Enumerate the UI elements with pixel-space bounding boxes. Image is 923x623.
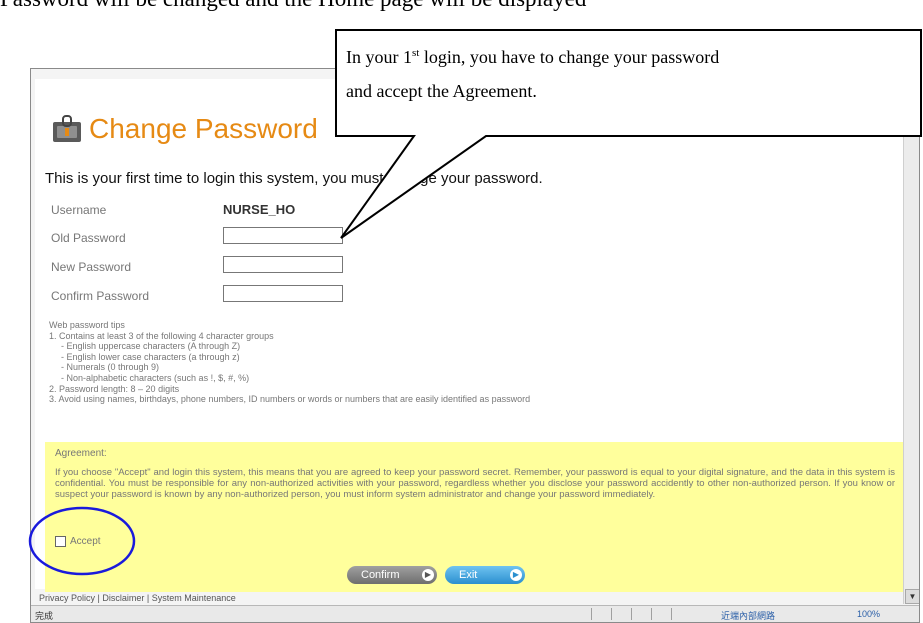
callout-line-1: In your 1st login, you have to change yo… (346, 47, 720, 67)
accept-highlight-circle (28, 506, 136, 576)
callout-text: In your 1st login, you have to change yo… (346, 36, 923, 108)
callout-line-2: and accept the Agreement. (346, 81, 537, 101)
